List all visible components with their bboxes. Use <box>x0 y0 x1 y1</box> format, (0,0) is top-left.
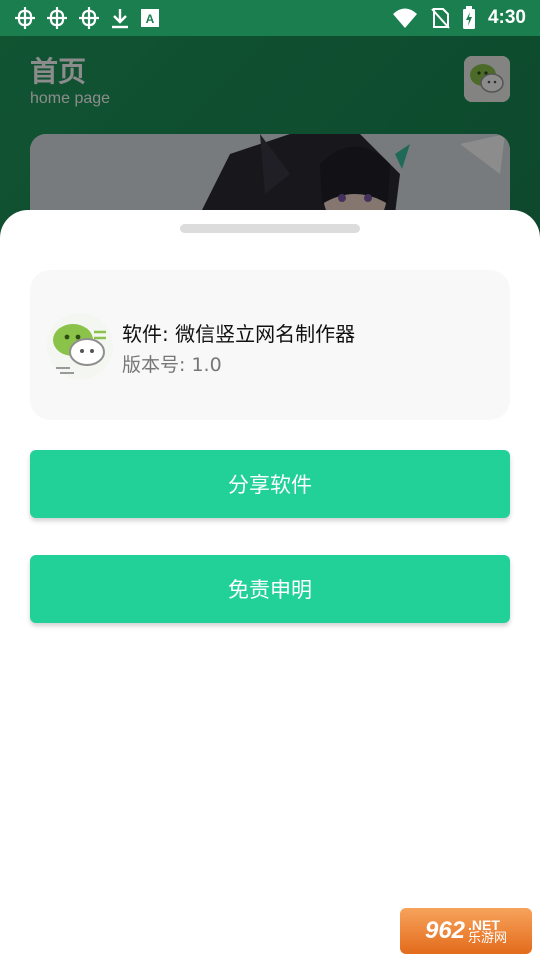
svg-text:A: A <box>146 12 155 26</box>
bug-icon <box>15 7 35 29</box>
app-info-card: 软件: 微信竖立网名制作器 版本号: 1.0 <box>30 270 510 420</box>
status-time: 4:30 <box>487 7 526 28</box>
wifi-icon <box>392 8 417 28</box>
bug-icon <box>79 7 99 29</box>
a-icon: A <box>141 9 159 27</box>
app-name-label: 软件: 微信竖立网名制作器 <box>122 322 356 346</box>
watermark-suffix: .NET <box>468 916 500 933</box>
bug-icon <box>47 7 67 29</box>
share-software-button[interactable]: 分享软件 <box>30 450 510 518</box>
watermark-logo: 962 .NET 乐游网 <box>400 908 532 954</box>
watermark-number: 962 <box>424 917 466 944</box>
battery-charging-icon <box>462 6 475 29</box>
watermark-cn: 乐游网 <box>468 930 508 946</box>
wechat-app-icon <box>47 313 113 379</box>
app-version-label: 版本号: 1.0 <box>122 354 222 376</box>
bottom-sheet: 软件: 微信竖立网名制作器 版本号: 1.0 分享软件 免责申明 <box>0 210 540 960</box>
disclaimer-button[interactable]: 免责申明 <box>30 555 510 623</box>
sheet-drag-handle[interactable] <box>180 224 360 233</box>
download-icon <box>112 9 128 29</box>
status-bar: A 4:30 <box>0 0 540 36</box>
no-sim-icon <box>431 8 450 29</box>
